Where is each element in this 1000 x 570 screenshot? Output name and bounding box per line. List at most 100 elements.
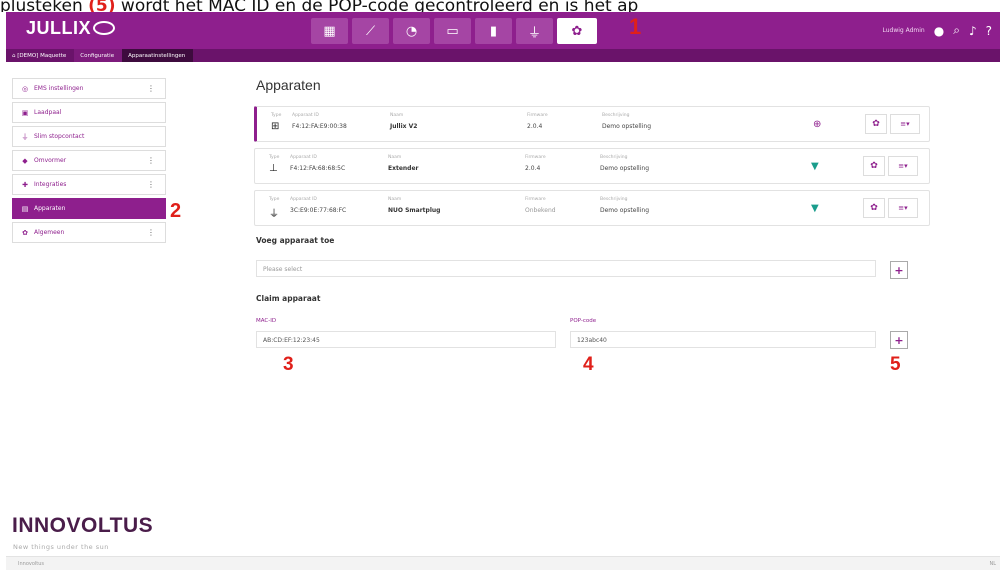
gear-icon: ✿ xyxy=(872,119,880,129)
brand-logo: INNOVOLTUS xyxy=(12,514,154,537)
nav-dashboard-button[interactable]: ▦ xyxy=(311,18,348,44)
dashboard-icon: ▦ xyxy=(323,23,336,39)
chart-icon: ⟋ xyxy=(365,23,376,39)
device-name: NUO Smartplug xyxy=(388,207,441,214)
device-settings-button[interactable]: ✿ xyxy=(863,198,885,218)
instruction-caption: plusteken (5) wordt het MAC ID en de POP… xyxy=(0,0,1000,12)
user-area: Ludwig Admin ● ⌕ ♪ ? xyxy=(882,23,992,38)
plus-icon: + xyxy=(894,263,904,277)
device-firmware: 2.0.4 xyxy=(527,123,543,130)
sidebar-item-stopcontact[interactable]: ⏚ Slim stopcontact xyxy=(12,126,166,147)
marker-3: 3 xyxy=(283,354,294,375)
column-label: Naam xyxy=(388,155,402,160)
meter-icon: ▮ xyxy=(489,23,498,39)
marker-1: 1 xyxy=(629,14,642,39)
sidebar-item-ems[interactable]: ◎ EMS instellingen ⋮ xyxy=(12,78,166,99)
page-title: Apparaten xyxy=(256,77,321,93)
column-label: Beschrijving xyxy=(600,197,628,202)
plug-icon: ⏚ xyxy=(21,132,29,141)
breadcrumb-apparaatinstellingen[interactable]: Apparaatinstellingen xyxy=(122,49,194,62)
mac-id-input[interactable]: AB:CD:EF:12:23:45 xyxy=(256,331,556,348)
device-description: Demo opstelling xyxy=(600,165,649,172)
add-device-button[interactable]: + xyxy=(890,261,908,279)
nav-meter-button[interactable]: ▮ xyxy=(475,18,512,44)
column-label: Type xyxy=(269,197,280,202)
column-label: Apparaat ID xyxy=(290,155,317,160)
kebab-icon[interactable]: ⋮ xyxy=(147,180,155,189)
menu-dropdown-icon: ≡▾ xyxy=(898,204,908,212)
kebab-icon[interactable]: ⋮ xyxy=(147,228,155,237)
add-device-title: Voeg apparaat toe xyxy=(256,236,335,245)
search-icon[interactable]: ⌕ xyxy=(953,23,960,38)
gauge-icon: ◔ xyxy=(405,23,418,39)
device-menu-button[interactable]: ≡▾ xyxy=(890,114,920,134)
device-settings-button[interactable]: ✿ xyxy=(863,156,885,176)
gear-icon: ✿ xyxy=(22,228,28,237)
breadcrumb-home[interactable]: ⌂ [DEMO] Maquette xyxy=(6,49,74,62)
nav-gauge-button[interactable]: ◔ xyxy=(393,18,430,44)
device-row[interactable]: Type ⊞ Apparaat ID F4:12:FA:E9:00:38 Naam… xyxy=(254,106,930,142)
sidebar-item-algemeen[interactable]: ✿ Algemeen ⋮ xyxy=(12,222,166,243)
controller-device-icon: ⊞ xyxy=(271,121,280,132)
brand-tagline: New things under the sun xyxy=(13,543,109,551)
app-logo[interactable]: JULLIX xyxy=(26,18,116,39)
nav-battery-button[interactable]: ▭ xyxy=(434,18,471,44)
wifi-icon: ▼ xyxy=(811,161,819,172)
column-label: Type xyxy=(269,155,280,160)
gear-icon: ✿ xyxy=(870,203,878,213)
globe-icon: ⊕ xyxy=(813,119,822,130)
breadcrumb-configuratie[interactable]: Configuratie xyxy=(74,49,123,62)
plug-icon: ⏚ xyxy=(527,25,541,41)
sidebar-item-omvormer[interactable]: ◆ Omvormer ⋮ xyxy=(12,150,166,171)
pop-code-input[interactable]: 123abc40 xyxy=(570,331,876,348)
sidebar-item-integraties[interactable]: ✚ Integraties ⋮ xyxy=(12,174,166,195)
device-name: Extender xyxy=(388,165,419,172)
marker-4: 4 xyxy=(583,354,594,375)
marker-2: 2 xyxy=(170,200,182,222)
device-description: Demo opstelling xyxy=(600,207,649,214)
device-settings-button[interactable]: ✿ xyxy=(865,114,887,134)
device-menu-button[interactable]: ≡▾ xyxy=(888,156,918,176)
pop-code-label: POP-code xyxy=(570,318,597,324)
user-icon[interactable]: ● xyxy=(934,24,944,38)
caption-text-end: wordt het MAC ID en de POP-code gecontro… xyxy=(115,0,639,12)
kebab-icon[interactable]: ⋮ xyxy=(147,84,155,93)
device-description: Demo opstelling xyxy=(602,123,651,130)
sidebar-item-laadpaal[interactable]: ▣ Laadpaal xyxy=(12,102,166,123)
device-row[interactable]: Type ⊥ Apparaat ID F4:12:FA:68:68:5C Naam… xyxy=(254,148,930,184)
marker-5: 5 xyxy=(890,354,901,375)
nav-settings-button[interactable]: ✿ xyxy=(557,18,597,44)
sidebar-item-apparaten[interactable]: ▤ Apparaten xyxy=(12,198,166,219)
column-label: Naam xyxy=(390,113,404,118)
user-name[interactable]: Ludwig Admin xyxy=(882,27,924,34)
wifi-icon: ▼ xyxy=(811,203,819,214)
settings-icon: ✿ xyxy=(571,23,583,39)
top-bar: JULLIX ▦ ⟋ ◔ ▭ ▮ ⏚ ✿ Ludwig Admin ● ⌕ ♪ … xyxy=(6,12,1000,49)
device-row[interactable]: Type ⏚ Apparaat ID 3C:E9:0E:77:68:FC Naam… xyxy=(254,190,930,226)
device-menu-button[interactable]: ≡▾ xyxy=(888,198,918,218)
inverter-icon: ◆ xyxy=(22,156,28,165)
main-nav: ▦ ⟋ ◔ ▭ ▮ ⏚ ✿ xyxy=(311,18,597,44)
footer-link[interactable]: Innovoltus xyxy=(18,561,44,567)
battery-icon: ▭ xyxy=(446,23,459,39)
kebab-icon[interactable]: ⋮ xyxy=(147,156,155,165)
claim-device-title: Claim apparaat xyxy=(256,294,321,303)
bell-icon[interactable]: ♪ xyxy=(969,24,977,38)
column-label: Type xyxy=(271,113,282,118)
claim-device-button[interactable]: + xyxy=(890,331,908,349)
column-label: Apparaat ID xyxy=(290,197,317,202)
column-label: Firmware xyxy=(525,197,546,202)
help-icon[interactable]: ? xyxy=(986,24,992,38)
device-id: F4:12:FA:68:68:5C xyxy=(290,165,346,172)
nav-chart-button[interactable]: ⟋ xyxy=(352,18,389,44)
device-id: F4:12:FA:E9:00:38 xyxy=(292,123,347,130)
footer: Innovoltus NL xyxy=(6,556,1000,570)
gear-icon: ✿ xyxy=(870,161,878,171)
column-label: Firmware xyxy=(527,113,548,118)
device-id: 3C:E9:0E:77:68:FC xyxy=(290,207,347,214)
device-firmware: 2.0.4 xyxy=(525,165,541,172)
plus-icon: + xyxy=(894,333,904,347)
nav-plug-button[interactable]: ⏚ xyxy=(516,18,553,44)
language-selector[interactable]: NL xyxy=(989,561,996,567)
device-type-select[interactable]: Please select xyxy=(256,260,876,277)
